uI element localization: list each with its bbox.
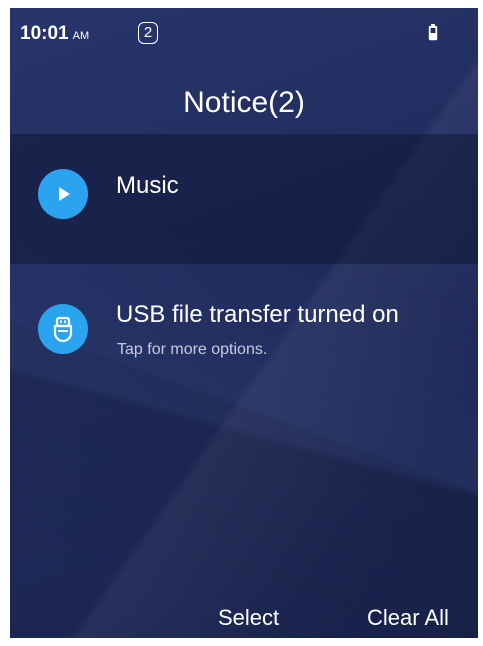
clock-ampm: AM <box>72 30 90 42</box>
notification-subtitle: Tap for more options. <box>117 341 268 358</box>
status-bar: 10:01 AM 2 <box>10 8 478 58</box>
battery-icon <box>428 24 438 41</box>
usb-icon <box>38 304 88 354</box>
clear-all-button[interactable]: Clear All <box>367 605 449 631</box>
clock: 10:01 AM <box>20 23 89 45</box>
notification-title: USB file transfer turned on <box>116 301 399 328</box>
notification-usb[interactable]: USB file transfer turned on Tap for more… <box>10 264 478 384</box>
notification-screen: 10:01 AM 2 Notice(2) Music USB file tran… <box>10 8 478 638</box>
play-glyph <box>59 187 70 201</box>
notification-title: Music <box>116 172 179 199</box>
notification-count-badge: 2 <box>138 22 158 44</box>
select-button[interactable]: Select <box>218 605 279 631</box>
clock-time: 10:01 <box>20 23 69 44</box>
usb-glyph <box>53 316 73 343</box>
notification-music[interactable]: Music <box>10 134 478 264</box>
play-icon <box>38 169 88 219</box>
page-title: Notice(2) <box>183 86 305 119</box>
action-bar: Select Clear All <box>10 593 478 638</box>
